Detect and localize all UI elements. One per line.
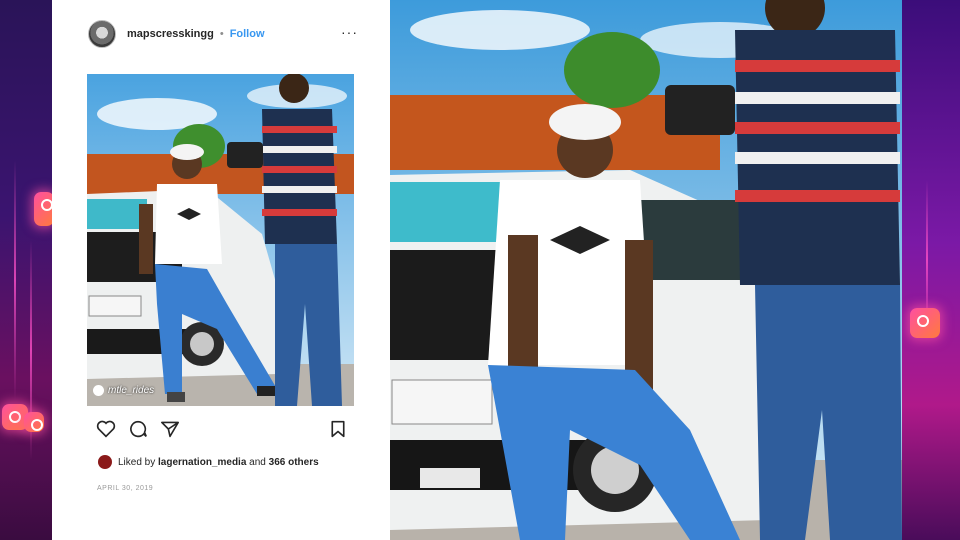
send-icon[interactable] — [160, 420, 180, 438]
post-image[interactable]: mtle_rides — [87, 74, 354, 406]
avatar[interactable] — [88, 20, 116, 48]
enlarged-photo-illustration — [390, 0, 902, 540]
instagram-icon — [24, 412, 44, 432]
photo-watermark: mtle_rides — [93, 384, 155, 396]
more-options-icon[interactable]: ··· — [341, 24, 358, 40]
instagram-icon — [34, 192, 54, 226]
instagram-post-card: mapscresskingg • Follow ··· mtle_rides L… — [52, 0, 390, 540]
light-streak — [14, 160, 16, 400]
user-icon — [93, 384, 104, 396]
post-actions — [96, 420, 346, 440]
bookmark-icon[interactable] — [330, 420, 346, 438]
instagram-icon — [910, 308, 940, 338]
separator-dot: • — [219, 28, 224, 40]
likes-line: Liked by lagernation_media and 366 other… — [98, 455, 319, 469]
left-background-panel — [0, 0, 52, 540]
liked-by-joiner: and — [249, 456, 266, 468]
liker-avatar[interactable] — [98, 455, 112, 469]
watermark-text: mtle_rides — [108, 385, 155, 396]
liked-by-others[interactable]: 366 others — [269, 457, 319, 468]
enlarged-photo — [390, 0, 902, 540]
liked-by-user[interactable]: lagernation_media — [158, 457, 246, 468]
heart-icon[interactable] — [96, 420, 116, 438]
right-background-panel — [902, 0, 960, 540]
liked-by-prefix: Liked by — [118, 456, 156, 468]
comment-icon[interactable] — [128, 420, 148, 438]
follow-button[interactable]: Follow — [230, 28, 265, 40]
username[interactable]: mapscresskingg — [127, 28, 214, 40]
post-date: APRIL 30, 2019 — [97, 485, 154, 492]
post-header: mapscresskingg • Follow ··· — [88, 20, 358, 48]
post-photo-illustration — [87, 74, 354, 406]
